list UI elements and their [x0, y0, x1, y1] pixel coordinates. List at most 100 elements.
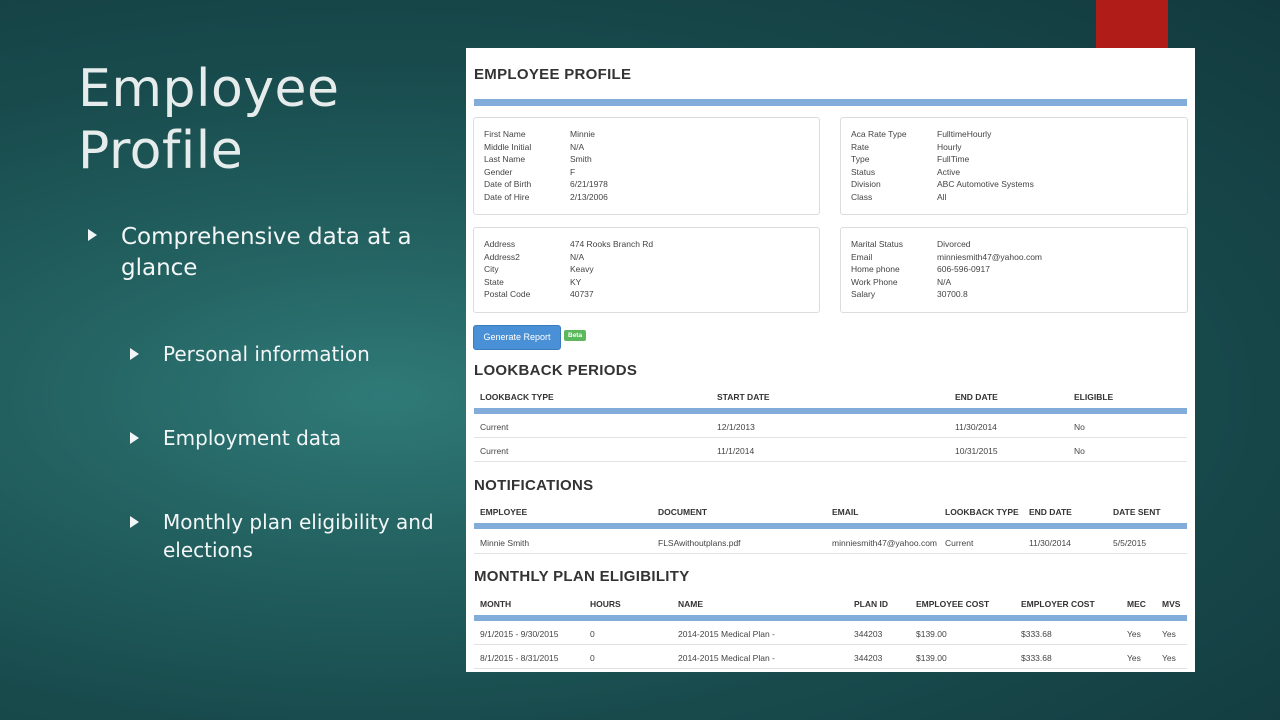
field-row: Rate Hourly	[851, 141, 1034, 154]
field-label: Status	[851, 166, 876, 177]
field-row: Marital Status Divorced	[851, 238, 1042, 251]
field-row: Type FullTime	[851, 153, 1034, 166]
bullet-arrow-icon	[130, 432, 139, 444]
table-cell: 0	[590, 629, 595, 639]
field-row: Date of Birth 6/21/1978	[484, 178, 608, 191]
field-value: Divorced	[937, 239, 971, 249]
table-cell: 10/31/2015	[955, 446, 998, 456]
personal-card: First Name Minnie Middle Initial N/A Last Na…	[473, 117, 820, 215]
row-divider	[474, 461, 1187, 462]
field-label: Aca Rate Type	[851, 129, 907, 139]
column-header[interactable]: MEC	[1127, 599, 1146, 609]
field-label: Work Phone	[851, 276, 898, 287]
field-row: City Keavy	[484, 263, 653, 276]
field-row: First Name Minnie	[484, 128, 608, 141]
table-cell: FLSAwithoutplans.pdf	[658, 538, 741, 548]
field-label: Gender	[484, 166, 513, 177]
column-header[interactable]: END DATE	[1029, 507, 1072, 517]
column-header[interactable]: DOCUMENT	[658, 507, 707, 517]
bullet-sub: Monthly plan eligibility and elections	[130, 508, 453, 564]
employee-profile-screenshot: EMPLOYEE PROFILE First Name Minnie Middle …	[466, 48, 1195, 672]
bullet-text: Employment data	[163, 426, 342, 450]
table-header-bar	[474, 523, 1187, 529]
field-value: All	[937, 191, 947, 202]
table-cell: $333.68	[1021, 629, 1052, 639]
column-header[interactable]: LOOKBACK TYPE	[480, 392, 554, 402]
table-cell: Yes	[1162, 629, 1176, 639]
field-value: F	[570, 166, 576, 177]
field-row: Status Active	[851, 166, 1034, 179]
column-header[interactable]: NAME	[678, 599, 703, 609]
field-label: Date of Birth	[484, 179, 532, 190]
field-value: Minnie	[570, 129, 596, 139]
bullet-arrow-icon	[130, 348, 139, 360]
column-header[interactable]: MVS	[1162, 599, 1180, 609]
field-value: 606-596-0917	[937, 264, 990, 275]
field-value: N/A	[570, 141, 585, 152]
field-row: Middle Initial N/A	[484, 141, 608, 154]
bullet-main: Comprehensive data at a glance	[88, 222, 421, 284]
employment-card: Aca Rate Type FulltimeHourly Rate Hourly Typ…	[840, 117, 1188, 215]
table-cell: 9/1/2015 - 9/30/2015	[480, 629, 559, 639]
column-header[interactable]: START DATE	[717, 392, 770, 402]
bullet-text: Comprehensive data at a glance	[121, 224, 412, 281]
field-label: City	[484, 264, 499, 275]
contact-fields: Marital Status Divorced Email minniesmith47…	[851, 238, 1042, 301]
column-header[interactable]: MONTH	[480, 599, 511, 609]
column-header[interactable]: EMPLOYER COST	[1021, 599, 1095, 609]
table-cell: 344203	[854, 629, 883, 639]
table-cell: 2014-2015 Medical Plan -	[678, 653, 775, 663]
column-header[interactable]: EMPLOYEE	[480, 507, 527, 517]
field-row: Date of Hire 2/13/2006	[484, 191, 608, 204]
address-card: Address 474 Rooks Branch Rd Address2 N/A Cit…	[473, 227, 820, 313]
column-header[interactable]: HOURS	[590, 599, 621, 609]
field-value: minniesmith47@yahoo.com	[937, 251, 1043, 262]
field-label: Class	[851, 191, 873, 202]
field-label: Home phone	[851, 264, 900, 275]
slide-title: Employee Profile	[78, 59, 340, 181]
field-row: Address 474 Rooks Branch Rd	[484, 238, 653, 251]
table-cell: 0	[590, 653, 595, 663]
field-row: Work Phone N/A	[851, 276, 1042, 289]
table-cell: Yes	[1127, 653, 1141, 663]
eligibility-heading: MONTHLY PLAN ELIGIBILITY	[474, 568, 690, 585]
red-accent-tab	[1096, 0, 1168, 48]
bullet-text: Monthly plan eligibility and elections	[163, 510, 434, 562]
field-label: Postal Code	[484, 289, 531, 300]
lookback-heading: LOOKBACK PERIODS	[474, 362, 638, 379]
table-cell: Current	[480, 446, 509, 456]
column-header[interactable]: PLAN ID	[854, 599, 888, 609]
column-header[interactable]: EMPLOYEE COST	[916, 599, 989, 609]
field-label: Middle Initial	[484, 141, 532, 152]
field-value: Keavy	[570, 264, 594, 275]
field-label: Address2	[484, 251, 520, 262]
field-value: Hourly	[937, 141, 962, 152]
field-label: First Name	[484, 129, 526, 139]
field-row: Salary 30700.8	[851, 288, 1042, 301]
table-cell: Yes	[1127, 629, 1141, 639]
table-cell: minniesmith47@yahoo.com	[832, 538, 938, 548]
table-cell: 11/30/2014	[955, 422, 997, 432]
personal-fields: First Name Minnie Middle Initial N/A Last Na…	[484, 128, 608, 204]
column-header[interactable]: LOOKBACK TYPE	[945, 507, 1019, 517]
field-value: 40737	[570, 289, 594, 300]
table-cell: 2014-2015 Medical Plan -	[678, 629, 775, 639]
generate-report-button[interactable]: Generate Report	[473, 325, 561, 350]
field-value: FullTime	[937, 154, 970, 165]
table-cell: 344203	[854, 653, 883, 663]
table-cell: 11/30/2014	[1029, 538, 1071, 548]
field-row: Home phone 606-596-0917	[851, 263, 1042, 276]
field-label: Date of Hire	[484, 191, 530, 202]
field-row: Postal Code 40737	[484, 288, 653, 301]
column-header[interactable]: EMAIL	[832, 507, 858, 517]
column-header[interactable]: ELIGIBLE	[1074, 392, 1113, 402]
column-header[interactable]: END DATE	[955, 392, 998, 402]
bullet-sub: Personal information	[130, 340, 453, 368]
field-row: Email minniesmith47@yahoo.com	[851, 251, 1042, 264]
column-header[interactable]: DATE SENT	[1113, 507, 1161, 517]
field-value: 30700.8	[937, 289, 968, 300]
field-row: Gender F	[484, 166, 608, 179]
field-row: Address2 N/A	[484, 251, 653, 264]
bullet-arrow-icon	[130, 516, 139, 528]
field-row: Division ABC Automotive Systems	[851, 178, 1034, 191]
